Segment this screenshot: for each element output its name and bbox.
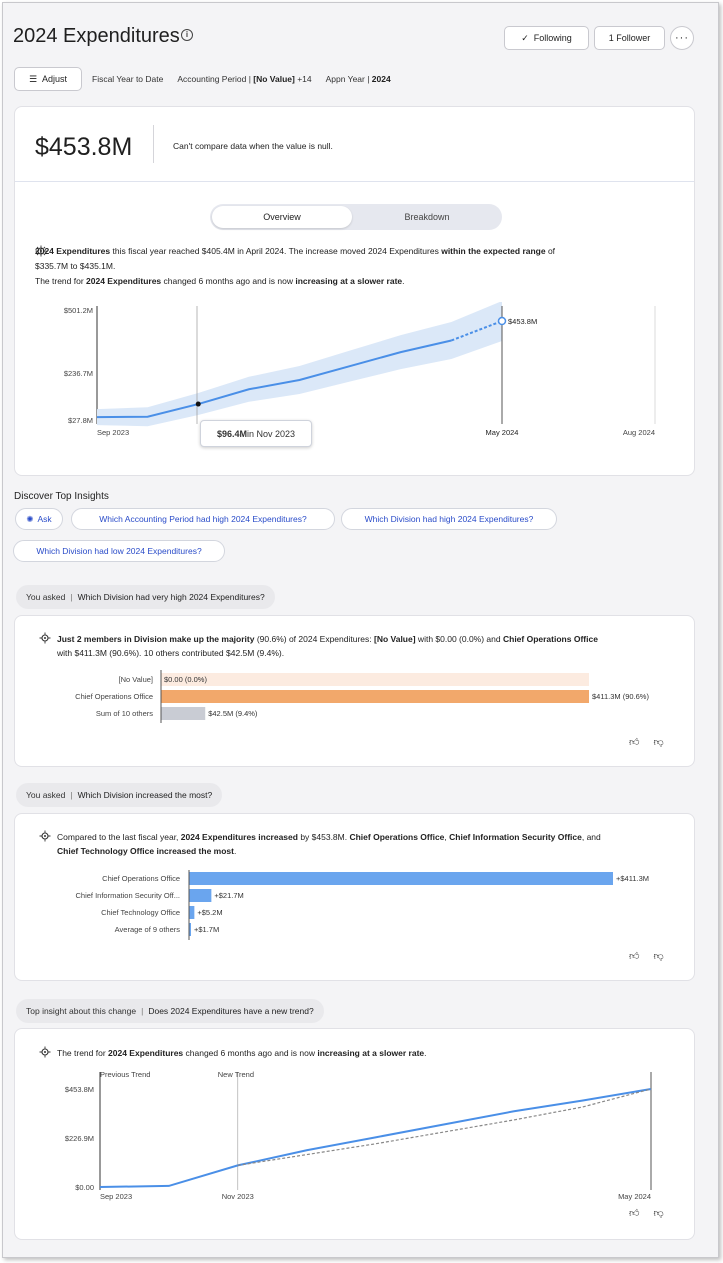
bar: [161, 707, 206, 720]
more-icon: ···: [675, 32, 689, 44]
x-tick-label: Nov 2023: [222, 1192, 254, 1201]
thumbs-up-icon[interactable]: 👍︎: [629, 950, 639, 962]
filter-accounting-period[interactable]: Accounting Period | [No Value] +14: [177, 74, 311, 84]
bar-value-label: +$5.2M: [197, 908, 222, 917]
thumbs-down-icon[interactable]: 👎︎: [653, 950, 663, 962]
bar-category-label: Sum of 10 others: [96, 709, 153, 718]
filter-fiscal-year[interactable]: Fiscal Year to Date: [92, 74, 163, 84]
insight-icon: [39, 830, 51, 846]
view-toggle: Overview Breakdown: [210, 204, 502, 230]
y-tick-label: $27.8M: [68, 416, 93, 425]
suggestion-chip[interactable]: Which Division had high 2024 Expenditure…: [341, 508, 557, 530]
bar-value-label: +$21.7M: [214, 891, 243, 900]
expected-range-band: [97, 302, 502, 427]
insight-card: The trend for 2024 Expenditures changed …: [14, 1028, 695, 1240]
latest-label: $453.8M: [508, 317, 537, 326]
check-icon: ✓: [521, 32, 529, 43]
insight-text: Just 2 members in Division make up the m…: [39, 632, 679, 660]
follower-button[interactable]: 1 Follower: [594, 26, 665, 50]
bar-value-label: +$1.7M: [194, 925, 219, 934]
x-tick-label: May 2024: [486, 428, 519, 437]
more-options-button[interactable]: ···: [670, 26, 694, 50]
bar-value-label: $42.5M (9.4%): [208, 709, 258, 718]
x-tick-label: Sep 2023: [100, 1192, 132, 1201]
x-tick-label: Sep 2023: [97, 428, 129, 437]
bar: [189, 906, 195, 919]
bar: [161, 673, 589, 686]
asked-pill: You asked | Which Division had very high 2…: [16, 585, 275, 609]
window-frame: 2024 Expenditures i ✓ Following 1 Follow…: [2, 2, 719, 1258]
discover-title: Discover Top Insights: [14, 491, 109, 502]
y-tick-label: $236.7M: [64, 369, 93, 378]
bar-category-label: Chief Operations Office: [75, 692, 153, 701]
thumbs-down-icon[interactable]: 👎︎: [653, 1207, 663, 1219]
feedback: 👍︎ 👎︎: [629, 950, 664, 962]
following-label: Following: [533, 33, 572, 43]
metric-value: $453.8M: [35, 133, 133, 161]
adjust-label: Adjust: [42, 74, 68, 84]
thumbs-up-icon[interactable]: 👍︎: [629, 1207, 639, 1219]
feedback: 👍︎ 👎︎: [629, 1207, 664, 1219]
page-title: 2024 Expenditures: [13, 25, 180, 47]
tab-breakdown[interactable]: Breakdown: [356, 206, 498, 228]
metric-card: $453.8M Can't compare data when the valu…: [14, 106, 695, 476]
bar: [189, 889, 212, 902]
divider: [153, 125, 154, 163]
bar-category-label: Chief Technology Office: [101, 908, 180, 917]
bar: [161, 690, 589, 703]
x-tick-label: May 2024: [618, 1192, 651, 1201]
chart-tooltip: $96.4M in Nov 2023: [200, 420, 312, 447]
info-icon[interactable]: i: [181, 29, 193, 41]
thumbs-down-icon[interactable]: 👎︎: [653, 736, 663, 748]
bar-value-label: +$411.3M: [616, 874, 649, 883]
feedback: 👍︎ 👎︎: [629, 736, 664, 748]
adjust-button[interactable]: ☰ Adjust: [14, 67, 82, 91]
divider: [15, 181, 694, 182]
sliders-icon: ☰: [28, 73, 38, 84]
filter-row: ☰ Adjust Fiscal Year to Date Accounting …: [14, 67, 694, 91]
follower-label: 1 Follower: [608, 33, 651, 43]
insight-text: Compared to the last fiscal year, 2024 E…: [39, 830, 679, 858]
summary-text: 2024 Expenditures this fiscal year reach…: [35, 245, 556, 286]
x-tick-label: Aug 2024: [623, 428, 655, 437]
insight-icon: ✺: [26, 513, 34, 524]
insight-text: The trend for 2024 Expenditures changed …: [39, 1046, 679, 1060]
thumbs-up-icon[interactable]: 👍︎: [629, 736, 639, 748]
asked-pill: Top insight about this change | Does 2024 …: [16, 999, 324, 1023]
bar-value-label: $411.3M (90.6%): [592, 692, 649, 701]
annotation-label: New Trend: [218, 1070, 254, 1079]
y-tick-label: $226.9M: [65, 1134, 94, 1143]
y-tick-label: $0.00: [75, 1183, 94, 1192]
division-share-chart: [No Value] $0.00 (0.0%) Chief Operations O…: [75, 670, 649, 723]
hover-point: [195, 401, 201, 407]
annotation-label: Previous Trend: [100, 1070, 150, 1079]
filter-appn-year[interactable]: Appn Year | 2024: [326, 74, 391, 84]
y-tick-label: $453.8M: [65, 1085, 94, 1094]
compare-note: Can't compare data when the value is nul…: [173, 141, 333, 151]
trend-chart: $501.2M $236.7M $27.8M $453.8M Sep 2023 May 2…: [64, 302, 656, 437]
bar-category-label: Average of 9 others: [115, 925, 181, 934]
insight-card: Compared to the last fiscal year, 2024 E…: [14, 813, 695, 981]
bar: [189, 872, 613, 885]
tab-overview[interactable]: Overview: [212, 206, 352, 228]
bar-category-label: Chief Operations Office: [102, 874, 180, 883]
bar-category-label: [No Value]: [119, 675, 153, 684]
header: 2024 Expenditures i ✓ Following 1 Follow…: [13, 25, 713, 55]
following-button[interactable]: ✓ Following: [504, 26, 589, 50]
insight-icon: [39, 1046, 51, 1062]
bar-category-label: Chief Information Security Off...: [76, 891, 181, 900]
insight-icon: [39, 632, 51, 648]
insight-icon: [35, 245, 47, 262]
bar-value-label: $0.00 (0.0%): [164, 675, 207, 684]
ask-chip[interactable]: ✺ Ask: [15, 508, 63, 530]
division-increase-chart: Chief Operations Office +$411.3M Chief Inf…: [76, 870, 649, 940]
series-line: [99, 1088, 652, 1188]
y-tick-label: $501.2M: [64, 306, 93, 315]
suggestion-chip[interactable]: Which Accounting Period had high 2024 Ex…: [71, 508, 335, 530]
trend-change-chart: $453.8M $226.9M $0.00 Previous Trend New Tre…: [65, 1070, 652, 1201]
insight-card: Just 2 members in Division make up the m…: [14, 615, 695, 767]
suggestion-chip[interactable]: Which Division had low 2024 Expenditures…: [13, 540, 225, 562]
asked-pill: You asked | Which Division increased the m…: [16, 783, 223, 807]
latest-point: [497, 316, 507, 326]
